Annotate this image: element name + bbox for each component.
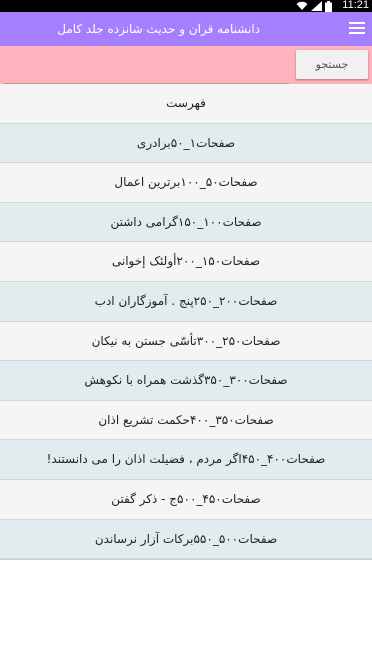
battery-icon: [325, 0, 332, 12]
wifi-icon: [296, 1, 308, 10]
list-item[interactable]: صفحات۱۵۰_۲۰۰أولئک إخوانی: [0, 242, 372, 282]
list-end-divider: [0, 559, 372, 561]
list-item[interactable]: صفحات۳۰۰_۳۵۰گذشت همراه با نکوهش: [0, 361, 372, 401]
list-item[interactable]: صفحات۵۰۰_۵۵۰برکات آزار نرساندن: [0, 519, 372, 560]
list-item[interactable]: صفحات۱_۵۰برادری: [0, 123, 372, 164]
status-icons: [296, 0, 332, 12]
app-title: دانشنامه قران و حدیث شانزده جلد کامل: [57, 22, 260, 36]
chapter-list: فهرست صفحات۱_۵۰برادری صفحات۵۰_۱۰۰برترین اع…: [0, 84, 372, 561]
list-item[interactable]: صفحات۲۵۰_۳۰۰تأسّی جستن به نیکان: [0, 321, 372, 362]
search-input[interactable]: [4, 46, 289, 84]
list-item[interactable]: فهرست: [0, 84, 372, 124]
app-bar: دانشنامه قران و حدیث شانزده جلد کامل: [0, 12, 372, 46]
list-item[interactable]: صفحات۵۰_۱۰۰برترین اعمال: [0, 163, 372, 203]
list-item[interactable]: صفحات۱۰۰_۱۵۰گرامی داشتن: [0, 202, 372, 243]
list-item[interactable]: صفحات۴۵۰_۵۰۰ج - ذکر گفتن: [0, 479, 372, 520]
hamburger-menu-icon[interactable]: [349, 22, 365, 36]
list-item[interactable]: صفحات۳۵۰_۴۰۰حکمت تشریع اذان: [0, 400, 372, 441]
list-item[interactable]: صفحات۲۰۰_۲۵۰پنج . آموزگاران ادب: [0, 281, 372, 322]
search-bar: جستجو: [0, 46, 372, 84]
signal-icon: [311, 1, 322, 11]
status-bar: 11:21: [0, 0, 372, 12]
status-clock: 11:21: [342, 0, 369, 11]
search-button[interactable]: جستجو: [296, 50, 368, 79]
list-item[interactable]: صفحات۴۰۰_۴۵۰اگر مردم ، فضیلت اذان را می …: [0, 440, 372, 480]
